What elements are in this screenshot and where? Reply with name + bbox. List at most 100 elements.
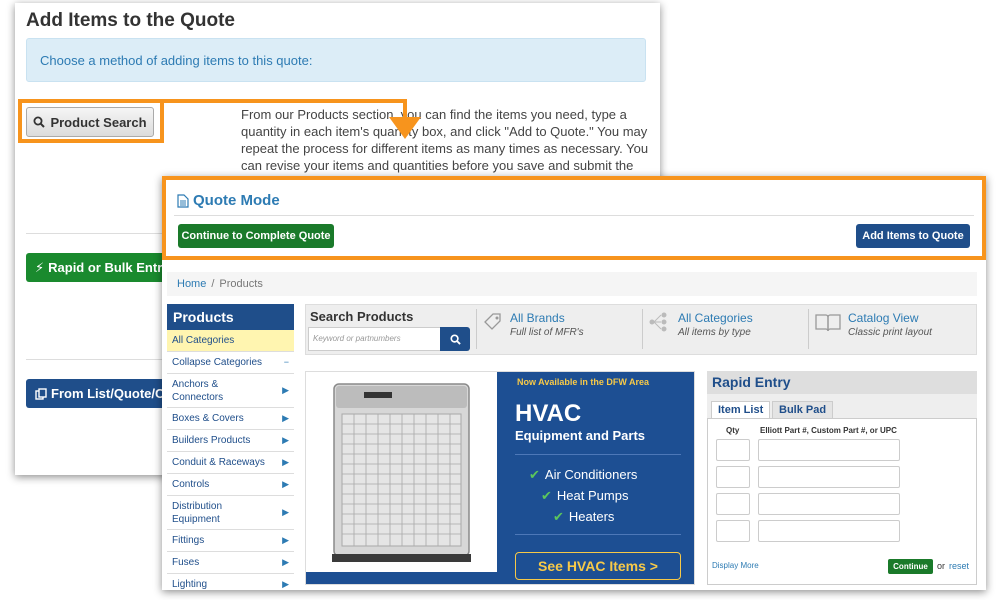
rapid-bulk-entry-button[interactable]: ⚡ Rapid or Bulk Entry (26, 253, 166, 282)
divider (642, 309, 643, 349)
sidebar-item-conduit-raceways[interactable]: Conduit & Raceways ▶ (167, 452, 294, 474)
hvac-product-image (306, 372, 497, 584)
book-icon (815, 314, 841, 332)
hvac-promo-banner[interactable]: Now Available in the DFW Area HVAC Equip… (305, 371, 695, 585)
sidebar-item-label: Controls (172, 479, 210, 490)
tab-item-list[interactable]: Item List (711, 401, 771, 419)
sidebar-item-label: All Categories (172, 335, 235, 346)
sidebar-item-collapse-categories[interactable]: Collapse Categories − (167, 352, 294, 374)
list-item-label: Heat Pumps (556, 488, 629, 503)
from-list-button[interactable]: From List/Quote/O (26, 379, 166, 408)
catalog-view-subtitle: Classic print layout (848, 327, 932, 338)
part-number-input[interactable] (758, 466, 900, 488)
banner-subheadline: Equipment and Parts (515, 428, 646, 443)
caret-right-icon: ▶ (282, 385, 289, 395)
checkmark-icon: ✔ (529, 466, 540, 482)
air-conditioner-unit-image (332, 383, 471, 562)
search-icon (449, 333, 461, 345)
breadcrumb-home-link[interactable]: Home (177, 278, 206, 290)
catalog-view-title: Catalog View (848, 311, 919, 325)
sidebar-item-label: Conduit & Raceways (172, 457, 265, 468)
sidebar-item-builders-products[interactable]: Builders Products ▶ (167, 430, 294, 452)
checkmark-icon: ✔ (541, 487, 552, 503)
caret-right-icon: ▶ (282, 457, 289, 467)
part-number-input[interactable] (758, 520, 900, 542)
tab-bulk-pad[interactable]: Bulk Pad (772, 401, 834, 419)
sidebar-item-lighting[interactable]: Lighting ▶ (167, 574, 294, 590)
caret-right-icon: ▶ (282, 507, 289, 517)
divider (174, 215, 974, 216)
category-tree-icon (649, 312, 667, 332)
search-products-bar: Search Products Keyword or partnumbers A… (305, 304, 977, 355)
reset-link[interactable]: reset (949, 561, 969, 571)
quote-mode-label: Quote Mode (193, 192, 280, 209)
qty-header: Qty (726, 426, 740, 435)
all-categories-subtitle: All items by type (678, 327, 751, 338)
continue-to-complete-quote-button[interactable]: Continue to Complete Quote (178, 224, 334, 248)
all-categories-link[interactable]: All Categories All items by type (648, 311, 753, 338)
minus-icon: − (283, 357, 289, 367)
divider (476, 309, 477, 349)
highlight-connector (164, 99, 407, 103)
copy-icon (35, 387, 47, 400)
sidebar-item-label: Boxes & Covers (172, 413, 244, 424)
caret-right-icon: ▶ (282, 579, 289, 589)
or-text: or (937, 561, 946, 571)
from-list-label: From List/Quote/O (51, 386, 166, 401)
sidebar-item-anchors-connectors[interactable]: Anchors & Connectors ▶ (167, 374, 294, 408)
search-button[interactable] (440, 327, 470, 351)
all-brands-link[interactable]: All Brands Full list of MFR's (482, 311, 584, 338)
document-icon (177, 193, 189, 208)
list-item: ✔ Air Conditioners (529, 464, 637, 485)
search-input[interactable]: Keyword or partnumbers (308, 327, 441, 351)
qty-input[interactable] (716, 466, 750, 488)
quote-mode-title: Quote Mode (177, 192, 280, 209)
banner-strip (306, 572, 497, 584)
sidebar-title: Products (167, 304, 294, 330)
see-hvac-items-button[interactable]: See HVAC Items > (515, 552, 681, 580)
catalog-view-link[interactable]: Catalog View Classic print layout (814, 311, 932, 338)
sidebar-item-boxes-covers[interactable]: Boxes & Covers ▶ (167, 408, 294, 430)
banner-headline: HVAC (515, 400, 582, 427)
list-item-label: Heaters (568, 509, 615, 524)
item-list-form: Qty Elliott Part #, Custom Part #, or UP… (707, 418, 977, 585)
divider (515, 454, 681, 455)
divider (808, 309, 809, 349)
breadcrumb-separator: / (211, 278, 215, 290)
add-items-to-quote-button[interactable]: Add Items to Quote (856, 224, 970, 248)
lightning-icon: ⚡ (35, 259, 45, 275)
qty-input[interactable] (716, 520, 750, 542)
checkmark-icon: ✔ (553, 508, 564, 524)
banner-feature-list: ✔ Air Conditioners ✔ Heat Pumps ✔ Heaters (519, 464, 637, 527)
rapid-bulk-entry-label: Rapid or Bulk Entry (48, 260, 166, 275)
quote-mode-bar: Quote Mode Continue to Complete Quote Ad… (162, 176, 986, 260)
qty-input[interactable] (716, 493, 750, 515)
list-item: ✔ Heat Pumps (541, 485, 637, 506)
display-more-link[interactable]: Display More (712, 561, 759, 570)
product-search-description: From our Products section, you can find … (241, 107, 649, 173)
rapid-entry-continue-button[interactable]: Continue (888, 559, 933, 574)
breadcrumb: Home / Products (167, 272, 977, 296)
info-banner: Choose a method of adding items to this … (26, 38, 646, 82)
sidebar-item-distribution-equipment[interactable]: Distribution Equipment ▶ (167, 496, 294, 530)
part-number-input[interactable] (758, 439, 900, 461)
sidebar-item-controls[interactable]: Controls ▶ (167, 474, 294, 496)
rapid-entry-panel: Rapid Entry Item List Bulk Pad Qty Ellio… (707, 371, 977, 585)
sidebar-item-label: Fittings (172, 535, 205, 546)
all-brands-subtitle: Full list of MFR's (510, 327, 584, 338)
product-search-highlight (18, 99, 164, 143)
caret-right-icon: ▶ (282, 413, 289, 423)
tag-icon (484, 313, 501, 330)
list-item-label: Air Conditioners (544, 467, 638, 482)
products-page-panel: Quote Mode Continue to Complete Quote Ad… (162, 176, 986, 590)
caret-right-icon: ▶ (282, 435, 289, 445)
caret-right-icon: ▶ (282, 479, 289, 489)
part-number-input[interactable] (758, 493, 900, 515)
sidebar-item-fuses[interactable]: Fuses ▶ (167, 552, 294, 574)
sidebar-item-all-categories[interactable]: All Categories (167, 330, 294, 352)
divider (515, 534, 681, 535)
qty-input[interactable] (716, 439, 750, 461)
sidebar-item-label: Anchors & Connectors (172, 378, 224, 403)
sidebar-item-fittings[interactable]: Fittings ▶ (167, 530, 294, 552)
sidebar-item-label: Distribution Equipment (172, 500, 223, 525)
